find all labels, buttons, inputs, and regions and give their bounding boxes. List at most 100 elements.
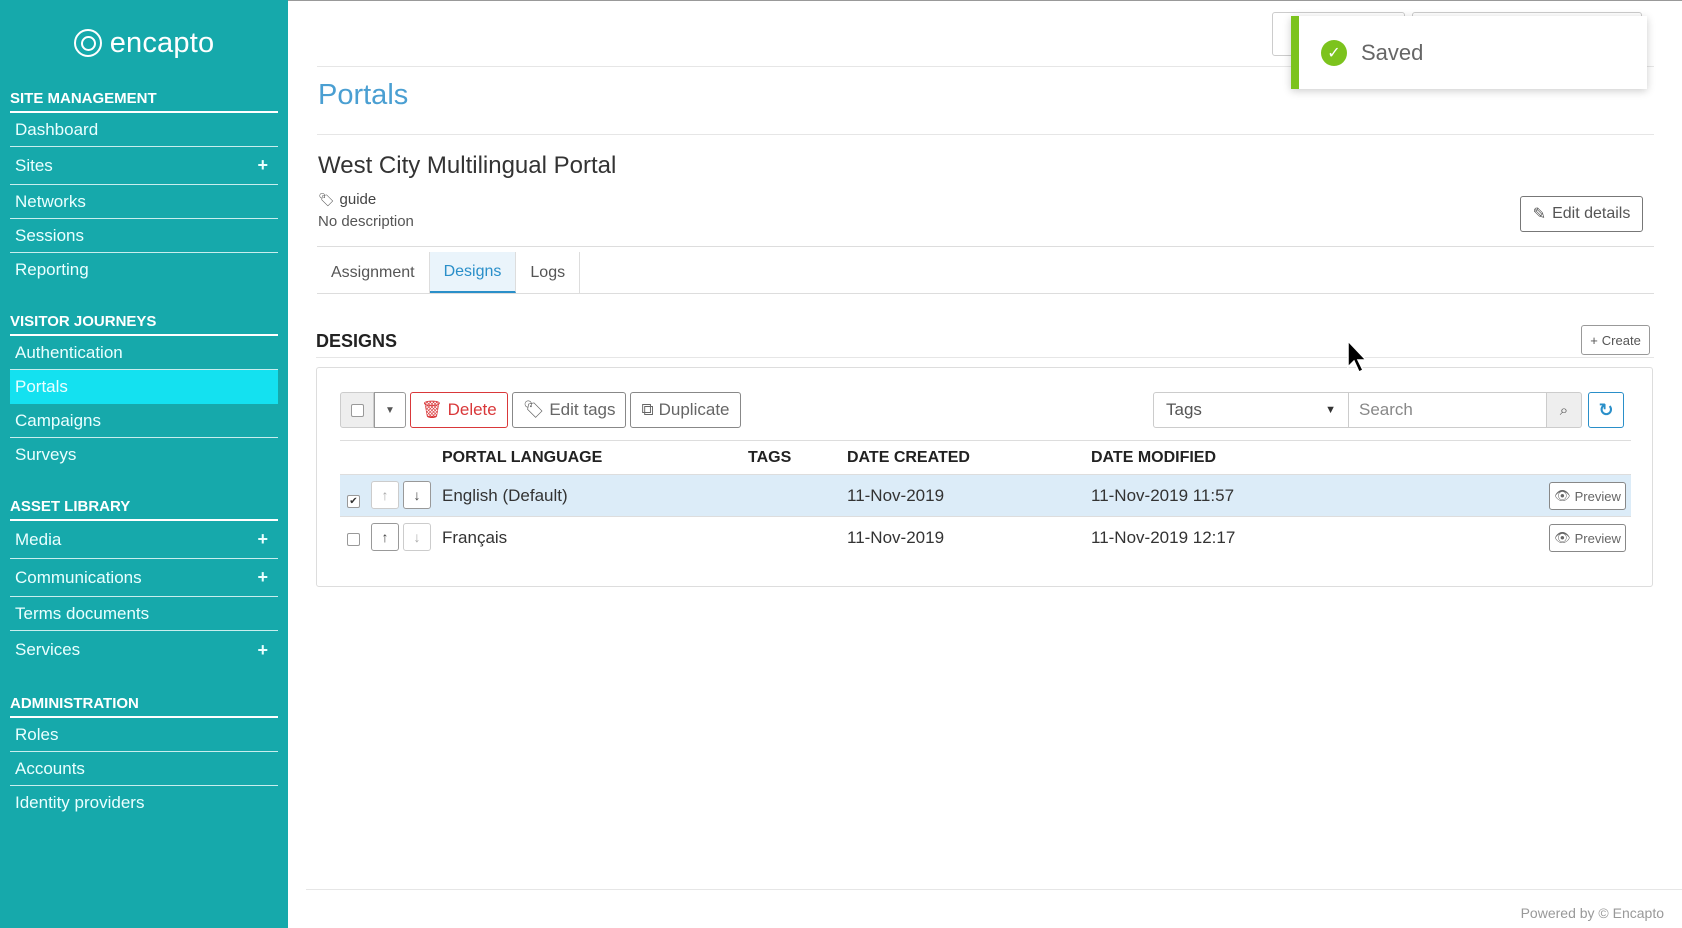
sidebar-item-authentication[interactable]: Authentication bbox=[10, 336, 278, 370]
plus-icon[interactable]: + bbox=[257, 640, 268, 661]
arrow-up-icon: ↑ bbox=[381, 529, 389, 545]
move-down-button[interactable]: ↓ bbox=[403, 481, 431, 509]
saved-toast: ✓ Saved bbox=[1291, 16, 1647, 89]
plus-icon[interactable]: + bbox=[257, 529, 268, 550]
search-button[interactable]: ⌕ bbox=[1547, 392, 1582, 428]
row-checkbox[interactable] bbox=[347, 531, 360, 551]
caret-down-icon: ▼ bbox=[385, 404, 395, 416]
portal-tag[interactable]: guide bbox=[340, 191, 377, 208]
section-title-asset-library: ASSET LIBRARY bbox=[10, 496, 278, 521]
tab-assignment[interactable]: Assignment bbox=[317, 252, 430, 293]
table-row[interactable]: ↑ ↓ Français 11-Nov-2019 11-Nov-2019 12:… bbox=[340, 516, 1631, 558]
plus-icon: + bbox=[1590, 332, 1598, 348]
column-header-portal-language[interactable]: PORTAL LANGUAGE bbox=[442, 449, 602, 467]
sidebar-item-networks[interactable]: Networks bbox=[10, 185, 278, 219]
refresh-button[interactable]: ↻ bbox=[1588, 392, 1624, 428]
edit-details-button[interactable]: ✎ Edit details bbox=[1520, 196, 1643, 232]
eye-icon: 👁 bbox=[1554, 488, 1571, 503]
tags-select[interactable]: Tags ▼ bbox=[1153, 392, 1349, 428]
cell-date-modified: 11-Nov-2019 12:17 bbox=[1091, 528, 1236, 547]
delete-button[interactable]: 🗑 Delete bbox=[410, 392, 508, 428]
search-input[interactable]: Search bbox=[1349, 392, 1547, 428]
section-title-visitor-journeys: VISITOR JOURNEYS bbox=[10, 311, 278, 336]
sidebar-item-sessions[interactable]: Sessions bbox=[10, 219, 278, 253]
search-icon: ⌕ bbox=[1559, 401, 1569, 419]
tab-logs[interactable]: Logs bbox=[516, 252, 581, 293]
column-header-date-created[interactable]: DATE CREATED bbox=[847, 449, 970, 467]
sidebar-item-communications[interactable]: Communications + bbox=[10, 559, 278, 597]
section-title-site-management: SITE MANAGEMENT bbox=[10, 88, 278, 113]
arrow-down-icon: ↓ bbox=[413, 487, 421, 503]
designs-divider bbox=[316, 357, 1654, 358]
cell-date-created: 11-Nov-2019 bbox=[847, 528, 945, 547]
move-down-button[interactable]: ↓ bbox=[403, 523, 431, 551]
plus-icon[interactable]: + bbox=[257, 155, 268, 176]
column-header-date-modified[interactable]: DATE MODIFIED bbox=[1091, 449, 1216, 467]
sidebar-item-terms-documents[interactable]: Terms documents bbox=[10, 597, 278, 631]
sidebar-item-dashboard[interactable]: Dashboard bbox=[10, 113, 278, 147]
title-divider bbox=[317, 134, 1654, 135]
eye-icon: 👁 bbox=[1554, 530, 1571, 545]
administration-section: ADMINISTRATION Roles Accounts Identity p… bbox=[0, 693, 288, 820]
duplicate-button[interactable]: ⧉ Duplicate bbox=[630, 392, 741, 428]
designs-filter: Tags ▼ Search ⌕ ↻ bbox=[1153, 392, 1624, 428]
page-title: Portals bbox=[318, 79, 409, 111]
section-title-administration: ADMINISTRATION bbox=[10, 693, 278, 718]
row-checkbox[interactable]: ✔ bbox=[347, 489, 360, 509]
portal-name: West City Multilingual Portal bbox=[318, 152, 617, 179]
sidebar-item-accounts[interactable]: Accounts bbox=[10, 752, 278, 786]
refresh-icon: ↻ bbox=[1598, 399, 1614, 420]
cell-portal-language: Français bbox=[442, 528, 508, 547]
cell-date-created: 11-Nov-2019 bbox=[847, 486, 945, 505]
sidebar-item-roles[interactable]: Roles bbox=[10, 718, 278, 752]
check-circle-icon: ✓ bbox=[1321, 39, 1347, 66]
create-button[interactable]: + Create bbox=[1581, 325, 1650, 355]
column-header-tags[interactable]: TAGS bbox=[748, 449, 791, 467]
cell-date-modified: 11-Nov-2019 11:57 bbox=[1091, 486, 1235, 505]
plus-icon[interactable]: + bbox=[257, 567, 268, 588]
arrow-down-icon: ↓ bbox=[413, 529, 421, 545]
portal-tabs: Assignment Designs Logs bbox=[317, 252, 1654, 294]
select-all-checkbox[interactable] bbox=[340, 392, 374, 428]
logo-mark-icon bbox=[73, 29, 102, 57]
portal-tags: 🏷 guide bbox=[318, 191, 376, 208]
sidebar-item-reporting[interactable]: Reporting bbox=[10, 253, 278, 287]
edit-tags-button[interactable]: 🏷 Edit tags bbox=[511, 392, 627, 428]
arrow-up-icon: ↑ bbox=[381, 487, 389, 503]
sidebar: encapto SITE MANAGEMENT Dashboard Sites +… bbox=[0, 0, 288, 928]
header-divider bbox=[317, 246, 1654, 247]
tab-designs[interactable]: Designs bbox=[429, 252, 517, 293]
designs-heading: DESIGNS bbox=[316, 331, 398, 351]
sidebar-item-media[interactable]: Media + bbox=[10, 521, 278, 559]
sidebar-item-services[interactable]: Services + bbox=[10, 631, 278, 669]
checkbox-icon bbox=[350, 403, 364, 417]
copy-icon: ⧉ bbox=[641, 400, 654, 419]
visitor-journeys-section: VISITOR JOURNEYS Authentication Portals … bbox=[0, 311, 288, 472]
logo-wordmark: encapto bbox=[109, 26, 215, 59]
designs-toolbar: ▼ 🗑 Delete 🏷 Edit tags ⧉ Duplicate bbox=[340, 392, 741, 428]
table-row[interactable]: ✔ ↑ ↓ English (Default) 11-Nov-2019 11-N… bbox=[340, 474, 1631, 516]
cell-portal-language: English (Default) bbox=[442, 486, 568, 505]
toast-message: Saved bbox=[1361, 39, 1424, 65]
sidebar-item-campaigns[interactable]: Campaigns bbox=[10, 404, 278, 438]
checkbox-checked-icon: ✔ bbox=[347, 495, 360, 508]
move-up-button[interactable]: ↑ bbox=[371, 481, 399, 509]
tag-icon: 🏷 bbox=[318, 191, 335, 207]
mouse-cursor-icon bbox=[1347, 340, 1368, 374]
sidebar-item-identity-providers[interactable]: Identity providers bbox=[10, 786, 278, 820]
main-content: ✓ Saved Portals West City Multilingual P… bbox=[288, 0, 1682, 928]
preview-button[interactable]: 👁 Preview bbox=[1549, 482, 1626, 510]
preview-button[interactable]: 👁 Preview bbox=[1549, 524, 1626, 552]
encapto-logo[interactable]: encapto bbox=[0, 0, 288, 86]
tag-icon: 🏷 bbox=[522, 400, 545, 419]
designs-panel: ▼ 🗑 Delete 🏷 Edit tags ⧉ Duplicate Tags … bbox=[316, 367, 1653, 587]
edit-icon: ✎ bbox=[1532, 206, 1547, 223]
sidebar-item-sites[interactable]: Sites + bbox=[10, 147, 278, 185]
checkbox-icon bbox=[347, 533, 360, 546]
footer-credit: Powered by © Encapto bbox=[1520, 905, 1664, 921]
select-dropdown-button[interactable]: ▼ bbox=[374, 392, 406, 428]
sidebar-item-surveys[interactable]: Surveys bbox=[10, 438, 278, 472]
site-management-section: SITE MANAGEMENT Dashboard Sites + Network… bbox=[0, 88, 288, 287]
move-up-button[interactable]: ↑ bbox=[371, 523, 399, 551]
sidebar-item-portals[interactable]: Portals bbox=[10, 370, 278, 404]
